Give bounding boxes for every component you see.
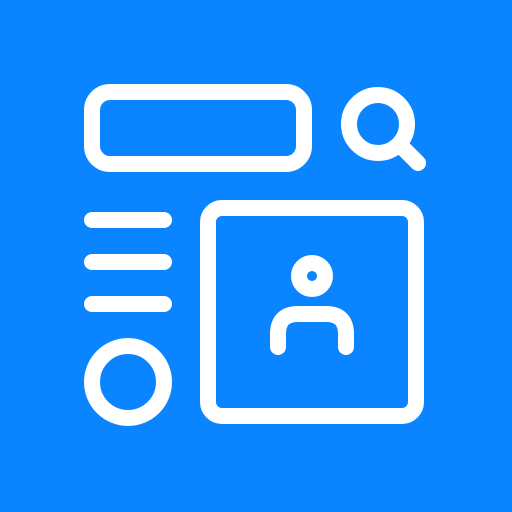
user-icon [270,255,354,355]
search-bar[interactable] [84,84,312,172]
wireframe-svg [84,84,426,426]
search-icon[interactable] [341,87,426,171]
ui-wireframe-canvas [0,0,512,512]
circle-button-icon[interactable] [84,338,172,426]
menu-lines-icon[interactable] [84,212,172,312]
